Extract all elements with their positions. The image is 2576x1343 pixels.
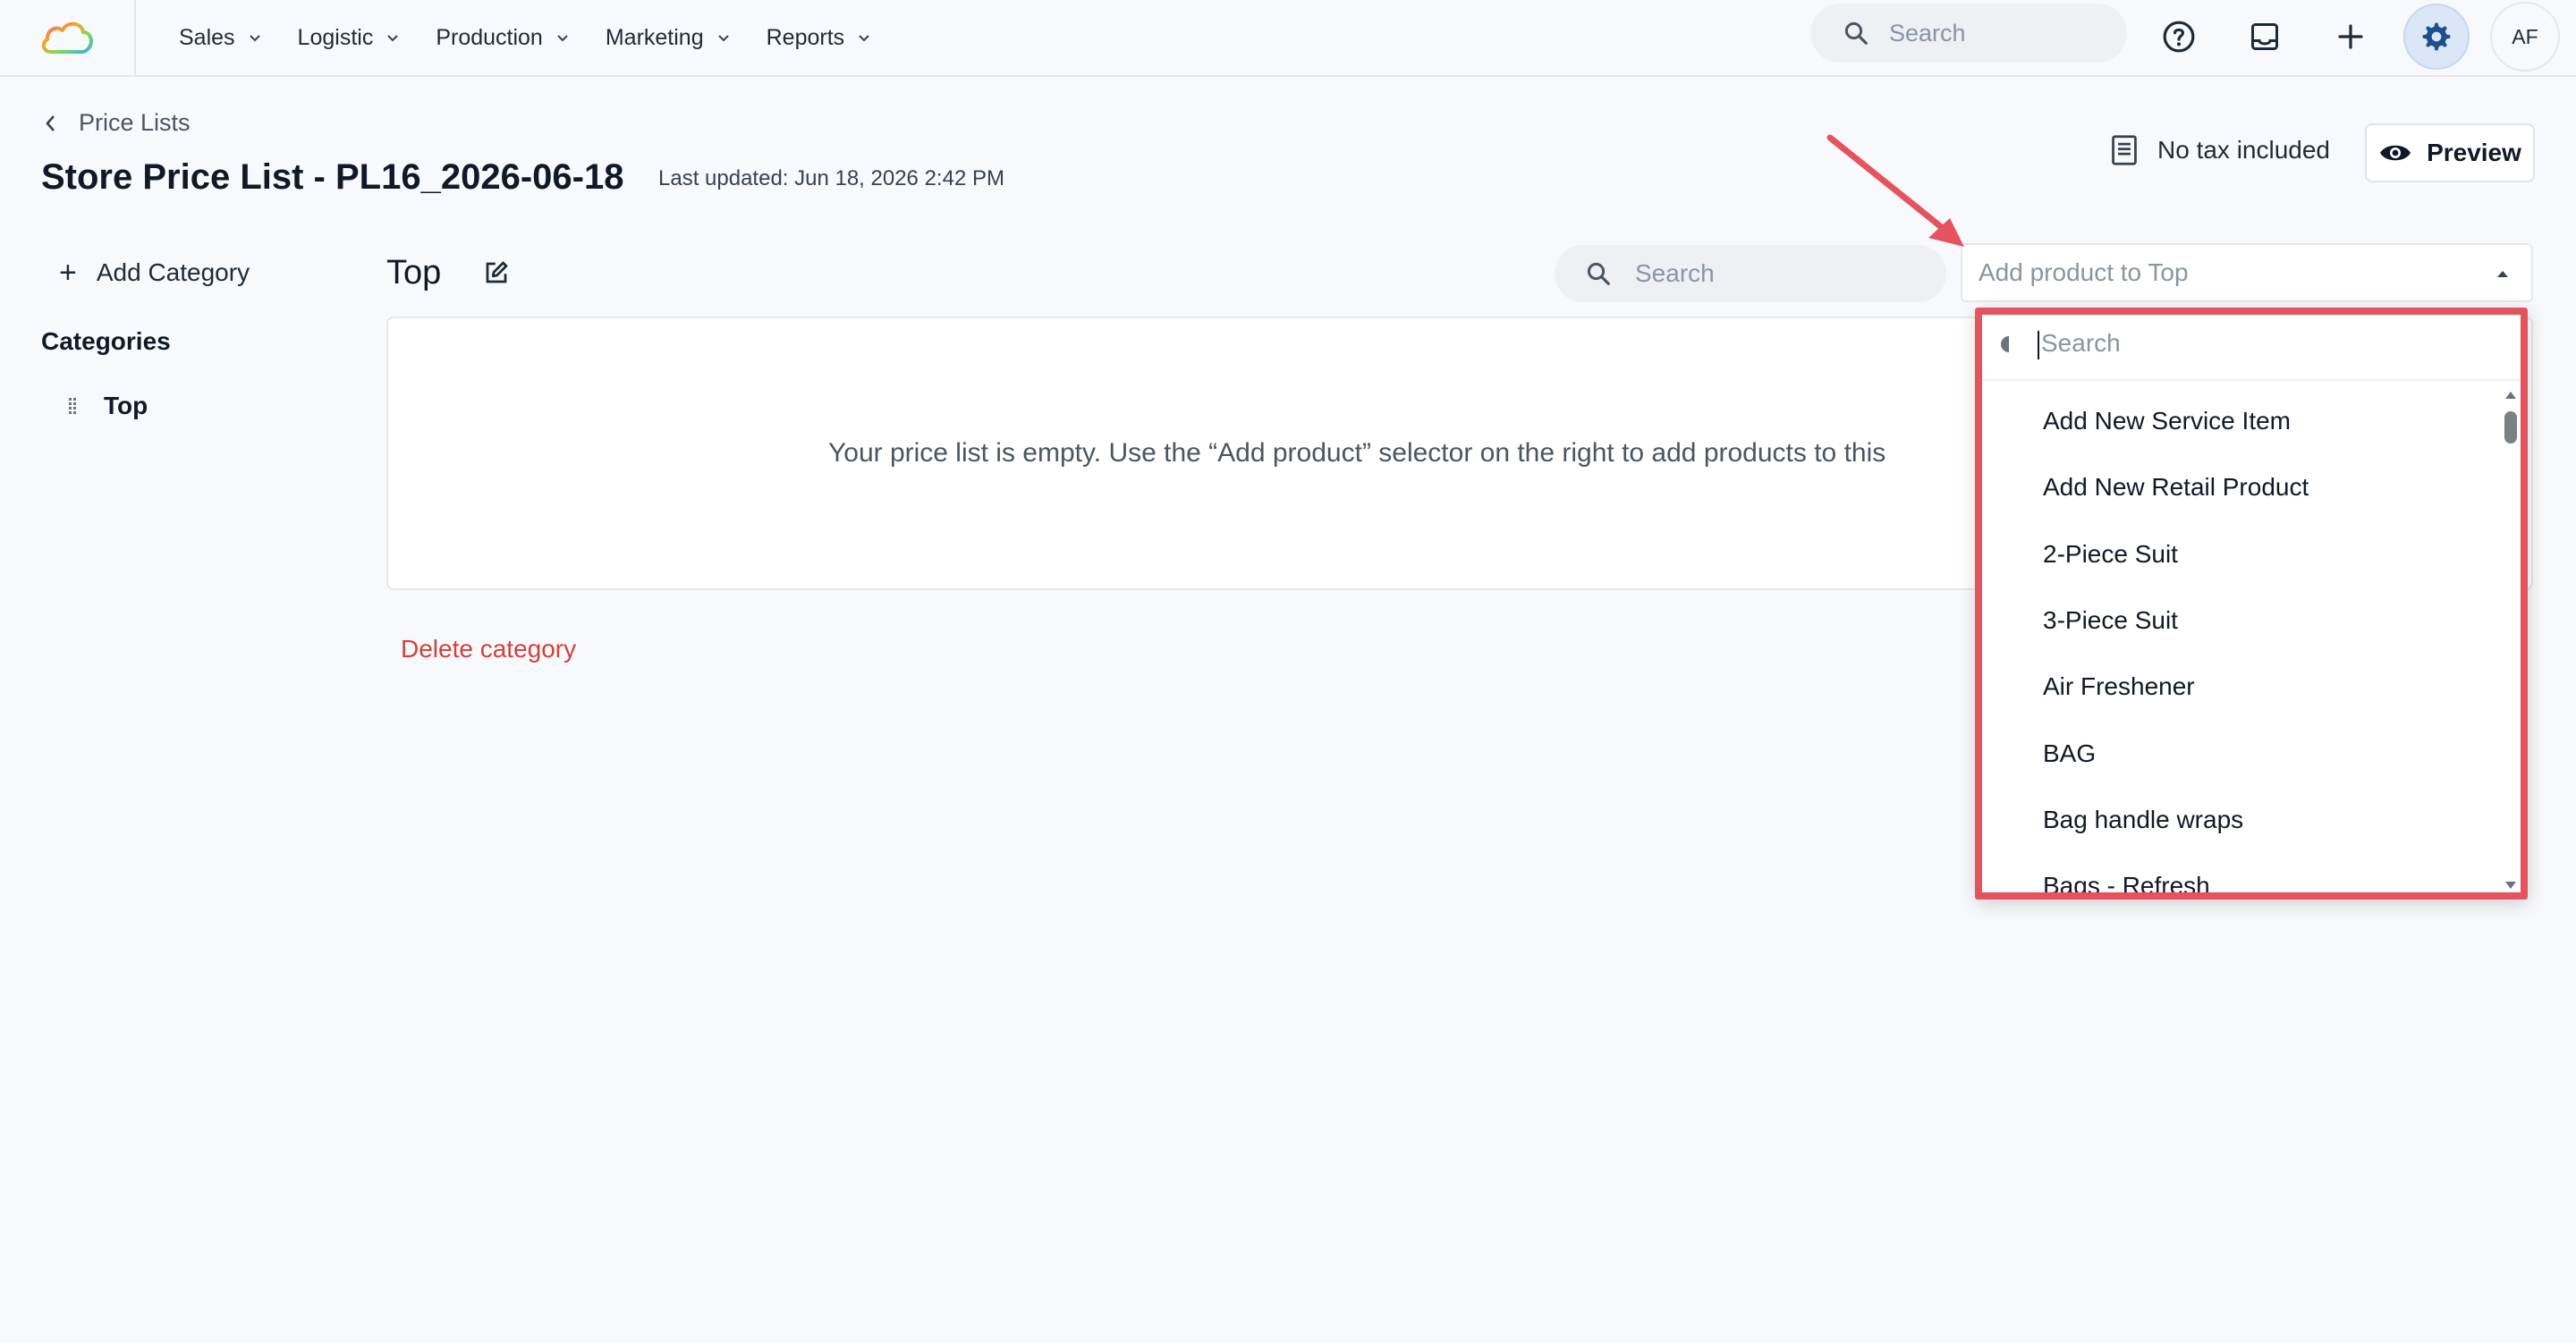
plus-icon: + xyxy=(59,256,77,290)
chevron-down-icon xyxy=(387,35,399,42)
add-product-select[interactable]: Add product to Top xyxy=(1961,243,2533,302)
search-icon xyxy=(1587,262,1610,285)
cloud-logo-icon xyxy=(41,21,93,54)
settings-button[interactable] xyxy=(2403,4,2470,70)
edit-icon[interactable] xyxy=(483,259,510,286)
search-icon xyxy=(2001,336,2009,352)
avatar-initials: AF xyxy=(2512,24,2538,48)
app-logo[interactable] xyxy=(0,0,136,75)
menu-reports-label: Reports xyxy=(766,24,845,50)
drag-handle-icon[interactable] xyxy=(68,397,80,415)
dropdown-options: Add New Service Item Add New Retail Prod… xyxy=(1977,388,2496,898)
menu-logistic[interactable]: Logistic xyxy=(298,25,401,51)
empty-state-message: Your price list is empty. Use the “Add p… xyxy=(828,438,1886,468)
eye-icon xyxy=(2380,145,2411,161)
menu-logistic-label: Logistic xyxy=(297,24,374,50)
sidebar-item-label: Top xyxy=(104,392,148,419)
scrollbar-thumb[interactable] xyxy=(2504,411,2517,443)
dropdown-search-input[interactable]: Search xyxy=(1977,308,2528,381)
main-menu: Sales Logistic Production Marketing Repo… xyxy=(179,0,907,75)
category-title: Top xyxy=(386,254,442,291)
global-search-input[interactable]: Search xyxy=(1810,4,2127,63)
dropdown-option[interactable]: BAG xyxy=(1977,720,2496,786)
help-icon xyxy=(2163,21,2195,53)
add-category-button[interactable]: + Add Category xyxy=(59,258,250,288)
product-search-placeholder: Search xyxy=(1635,259,1715,287)
add-new-button[interactable] xyxy=(2318,4,2384,70)
user-avatar[interactable]: AF xyxy=(2490,2,2560,72)
search-icon xyxy=(1844,21,1868,45)
text-cursor xyxy=(2038,331,2039,359)
dropdown-option[interactable]: 3-Piece Suit xyxy=(1977,587,2496,654)
preview-label: Preview xyxy=(2427,139,2521,166)
chevron-down-icon xyxy=(249,35,260,42)
tax-label: No tax included xyxy=(2157,136,2331,164)
chevron-down-icon xyxy=(717,35,729,42)
page-title: Store Price List - PL16_2026-06-18 xyxy=(41,157,624,197)
receipt-icon xyxy=(2112,135,2137,165)
menu-marketing[interactable]: Marketing xyxy=(606,25,731,51)
sidebar-item-top[interactable]: Top xyxy=(68,392,148,420)
menu-sales-label: Sales xyxy=(179,24,235,50)
chevron-left-icon xyxy=(46,114,55,131)
breadcrumb-label: Price Lists xyxy=(79,109,191,136)
chevron-down-icon xyxy=(859,35,869,42)
caret-up-icon xyxy=(2497,271,2508,277)
tax-setting[interactable]: No tax included xyxy=(2109,134,2330,166)
chevron-down-icon xyxy=(557,35,568,42)
global-search-placeholder: Search xyxy=(1889,19,1966,46)
categories-heading: Categories xyxy=(41,327,171,355)
delete-category-link[interactable]: Delete category xyxy=(401,635,576,663)
last-updated-text: Last updated: Jun 18, 2026 2:42 PM xyxy=(658,166,1004,190)
preview-button[interactable]: Preview xyxy=(2365,123,2535,182)
add-product-placeholder: Add product to Top xyxy=(1979,258,2189,286)
dropdown-search-placeholder: Search xyxy=(2041,329,2121,357)
scroll-up-arrow-icon[interactable] xyxy=(2497,384,2524,402)
menu-production-label: Production xyxy=(436,24,543,50)
dropdown-option[interactable]: Air Freshener xyxy=(1977,654,2496,720)
dropdown-option[interactable]: Bag handle wraps xyxy=(1977,787,2496,853)
plus-icon xyxy=(2338,24,2363,49)
breadcrumb-back-link[interactable]: Price Lists xyxy=(43,109,191,137)
inbox-button[interactable] xyxy=(2232,4,2298,70)
dropdown-scrollbar[interactable] xyxy=(2497,384,2524,898)
top-navbar: Sales Logistic Production Marketing Repo… xyxy=(0,0,2576,77)
dropdown-option[interactable]: Add New Retail Product xyxy=(1977,454,2496,520)
menu-sales[interactable]: Sales xyxy=(179,25,262,51)
dropdown-option[interactable]: Add New Service Item xyxy=(1977,388,2496,454)
help-button[interactable] xyxy=(2146,4,2212,70)
inbox-icon xyxy=(2251,23,2278,50)
annotation-arrow-icon xyxy=(1826,134,1964,247)
menu-reports[interactable]: Reports xyxy=(767,25,872,51)
dropdown-option[interactable]: 2-Piece Suit xyxy=(1977,521,2496,587)
menu-marketing-label: Marketing xyxy=(605,24,704,50)
scroll-down-arrow-icon[interactable] xyxy=(2497,878,2524,896)
add-product-dropdown: Search Add New Service Item Add New Reta… xyxy=(1977,308,2528,898)
add-category-label: Add Category xyxy=(96,258,250,286)
gear-icon xyxy=(2422,22,2451,51)
menu-production[interactable]: Production xyxy=(436,25,570,51)
dropdown-option[interactable]: Bags - Refresh xyxy=(1977,853,2496,898)
